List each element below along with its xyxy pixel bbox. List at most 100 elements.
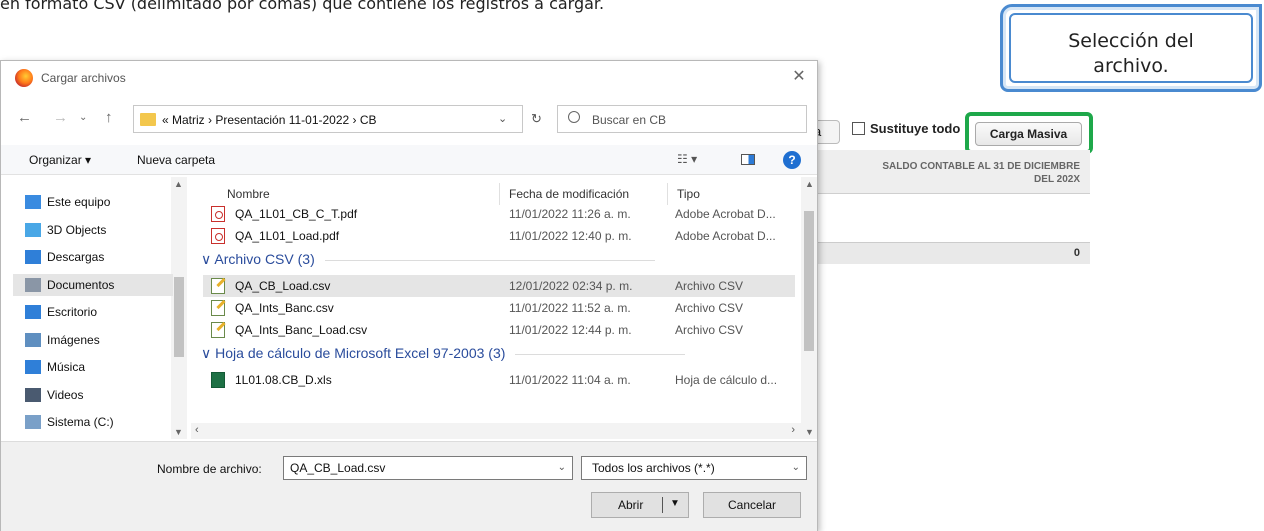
column-date-header[interactable]: Fecha de modificación <box>509 187 629 201</box>
file-type: Archivo CSV <box>675 301 744 315</box>
sidebar-item-label: Videos <box>47 387 84 402</box>
dialog-titlebar[interactable]: Cargar archivos ✕ <box>1 61 817 97</box>
dialog-title: Cargar archivos <box>41 71 126 85</box>
file-date: 11/01/2022 12:40 p. m. <box>509 229 632 243</box>
scroll-left-icon[interactable]: ‹ <box>195 424 199 436</box>
sidebar-item[interactable]: Escritorio <box>13 301 173 323</box>
file-date: 11/01/2022 11:04 a. m. <box>509 373 631 387</box>
desktop-icon <box>25 305 41 319</box>
bulk-load-button[interactable]: Carga Masiva <box>975 122 1082 146</box>
scroll-right-icon[interactable]: › <box>791 424 795 436</box>
file-row[interactable]: QA_Ints_Banc.csv 11/01/2022 11:52 a. m. Ar… <box>203 297 795 319</box>
sidebar-item[interactable]: Videos <box>13 384 173 406</box>
recent-dropdown-icon[interactable]: ⌄ <box>79 112 87 123</box>
horizontal-scrollbar[interactable]: ‹ › <box>191 423 801 439</box>
column-header-line1: SALDO CONTABLE AL 31 DE DICIEMBRE <box>882 161 1080 172</box>
filename-input[interactable]: QA_CB_Load.csv ⌄ <box>283 456 573 480</box>
group-divider <box>324 259 655 261</box>
filename-value[interactable]: QA_CB_Load.csv <box>290 461 385 475</box>
back-arrow-icon[interactable]: ← <box>17 109 32 126</box>
chevron-down-icon[interactable]: ⌄ <box>558 462 566 473</box>
column-separator[interactable] <box>499 183 500 205</box>
csv-file-icon <box>211 300 225 316</box>
highlight-box: Carga Masiva <box>965 112 1093 154</box>
replace-all-label: Sustituye todo <box>870 121 961 136</box>
file-date: 11/01/2022 12:44 p. m. <box>509 323 632 337</box>
callout-line1: Selección del <box>1068 30 1194 52</box>
sidebar-item[interactable]: Este equipo <box>13 191 173 213</box>
view-options-icon[interactable]: ☷ ▾ <box>677 152 697 166</box>
file-row[interactable]: 1L01.08.CB_D.xls 11/01/2022 11:04 a. m. Ho… <box>203 369 795 391</box>
checkbox-box[interactable] <box>852 122 865 135</box>
column-separator[interactable] <box>667 183 668 205</box>
nav-scrollbar[interactable]: ▲ ▼ <box>171 177 187 439</box>
chevron-down-icon[interactable]: ⌄ <box>792 462 800 473</box>
cancel-button[interactable]: Cancelar <box>703 492 801 518</box>
callout-line2: archivo. <box>1093 55 1169 77</box>
forward-arrow-icon[interactable]: → <box>53 109 68 126</box>
file-row[interactable]: QA_1L01_CB_C_T.pdf 11/01/2022 11:26 a. m.… <box>203 203 795 225</box>
folder-icon <box>140 113 156 126</box>
close-icon[interactable]: ✕ <box>789 67 809 87</box>
callout-box: Selección del archivo. <box>1000 4 1262 92</box>
xls-file-icon <box>211 372 225 388</box>
open-button[interactable]: Abrir ▼ <box>591 492 689 518</box>
file-type: Archivo CSV <box>675 323 744 337</box>
scroll-thumb[interactable] <box>174 277 184 357</box>
video-icon <box>25 387 41 402</box>
scroll-up-icon[interactable]: ▲ <box>805 179 814 189</box>
scroll-thumb[interactable] <box>804 211 814 351</box>
cube-icon <box>25 222 41 237</box>
navigation-bar: ← → ⌄ ↑ « Matriz › Presentación 11-01-20… <box>1 101 817 137</box>
sidebar-item[interactable]: Documentos <box>13 273 173 296</box>
filename-label: Nombre de archivo: <box>157 462 262 476</box>
collapse-icon[interactable]: ∨ <box>201 251 214 267</box>
sidebar-item[interactable]: Descargas <box>13 246 173 268</box>
pdf-file-icon <box>211 206 225 222</box>
help-icon[interactable]: ? <box>783 151 801 169</box>
search-placeholder: Buscar en CB <box>592 113 667 127</box>
organize-button[interactable]: Organizar ▾ <box>29 153 91 167</box>
file-row[interactable]: QA_Ints_Banc_Load.csv 11/01/2022 12:44 p.… <box>203 319 795 341</box>
total-row: 0 <box>818 242 1090 264</box>
document-icon <box>25 277 41 292</box>
chevron-down-icon[interactable]: ⌄ <box>498 112 507 125</box>
breadcrumb[interactable]: « Matriz › Presentación 11-01-2022 › CB <box>162 113 377 127</box>
sidebar-item-label: 3D Objects <box>47 222 107 237</box>
file-type-filter[interactable]: Todos los archivos (*.*) ⌄ <box>581 456 807 480</box>
scroll-up-icon[interactable]: ▲ <box>174 179 183 189</box>
up-arrow-icon[interactable]: ↑ <box>105 109 113 126</box>
new-folder-button[interactable]: Nueva carpeta <box>137 153 215 167</box>
file-name: QA_1L01_CB_C_T.pdf <box>235 207 358 221</box>
file-list-scrollbar[interactable]: ▲ ▼ <box>801 177 817 439</box>
group-label: Archivo CSV (3) <box>214 251 315 267</box>
search-input[interactable]: Buscar en CB <box>557 105 807 133</box>
file-name: QA_CB_Load.csv <box>235 279 331 293</box>
sidebar-item-label: Música <box>47 360 86 374</box>
column-name-header[interactable]: Nombre <box>227 187 270 201</box>
filter-value: Todos los archivos (*.*) <box>592 461 715 475</box>
replace-all-checkbox[interactable]: Sustituye todo <box>852 121 970 136</box>
music-icon <box>25 360 41 374</box>
group-header[interactable]: ∨ Hoja de cálculo de Microsoft Excel 97-… <box>201 345 686 362</box>
file-row[interactable]: QA_CB_Load.csv 12/01/2022 02:34 p. m. Arch… <box>203 275 795 297</box>
sidebar-item[interactable]: Música <box>13 356 173 378</box>
sidebar-item[interactable]: Sistema (C:) <box>13 411 173 433</box>
preview-pane-icon[interactable] <box>741 154 755 165</box>
file-name: QA_Ints_Banc.csv <box>235 301 334 315</box>
open-dropdown-icon[interactable]: ▼ <box>670 498 680 509</box>
address-bar[interactable]: « Matriz › Presentación 11-01-2022 › CB … <box>133 105 523 133</box>
column-type-header[interactable]: Tipo <box>677 187 700 201</box>
scroll-down-icon[interactable]: ▼ <box>174 427 183 437</box>
download-icon <box>25 250 41 264</box>
sidebar-item[interactable]: 3D Objects <box>13 219 173 241</box>
collapse-icon[interactable]: ∨ <box>201 345 215 361</box>
scroll-down-icon[interactable]: ▼ <box>805 427 814 437</box>
file-row[interactable]: QA_1L01_Load.pdf 11/01/2022 12:40 p. m. Ad… <box>203 225 795 247</box>
group-divider <box>515 353 686 355</box>
refresh-icon[interactable]: ↻ <box>531 111 542 127</box>
group-header[interactable]: ∨ Archivo CSV (3) <box>201 251 655 268</box>
sidebar-item[interactable]: Imágenes <box>13 329 173 351</box>
image-icon <box>25 332 41 347</box>
file-type: Hoja de cálculo d... <box>675 373 778 387</box>
